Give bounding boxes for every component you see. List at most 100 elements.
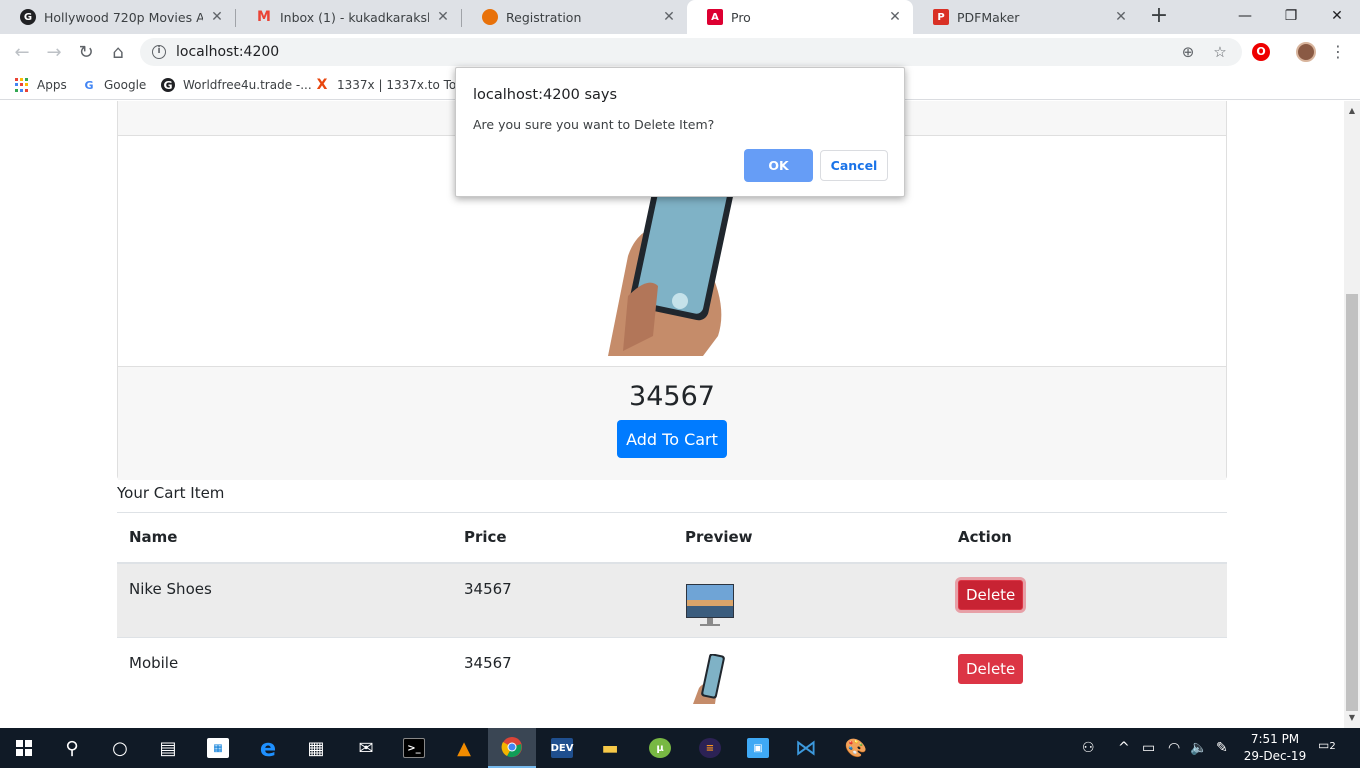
info-icon[interactable]: i <box>152 45 166 59</box>
paint-icon[interactable]: 🎨 <box>832 728 880 768</box>
tab-pdfmaker[interactable]: P PDFMaker ✕ <box>913 0 1139 34</box>
add-to-cart-button[interactable]: Add To Cart <box>617 420 727 458</box>
pdf-icon: P <box>933 9 949 25</box>
cart-item-action: Delete <box>946 637 1227 713</box>
reload-icon[interactable]: ↻ <box>74 40 98 64</box>
new-tab-button[interactable]: + <box>1147 5 1171 29</box>
notification-icon[interactable]: ▭2 <box>1318 738 1340 758</box>
column-header: Preview <box>673 512 946 564</box>
store-icon[interactable]: ▦ <box>194 728 242 768</box>
bookmark-worldfree[interactable]: G Worldfree4u.trade -... <box>161 76 312 94</box>
angular-icon: A <box>707 9 723 25</box>
pen-icon[interactable]: ✎ <box>1216 728 1228 768</box>
menu-dots-icon[interactable]: ⋮ <box>1330 42 1346 62</box>
phone-thumbnail <box>693 653 725 704</box>
bookmark-label: Worldfree4u.trade -... <box>183 78 312 92</box>
vlc-icon[interactable]: ▲ <box>440 728 488 768</box>
cart-item-name: Mobile <box>117 637 452 713</box>
volume-icon[interactable]: 🔈 <box>1190 728 1207 768</box>
bookmark-star-icon[interactable]: ☆ <box>1212 44 1228 60</box>
column-header: Action <box>946 512 1227 564</box>
address-bar[interactable]: i localhost:4200 <box>140 38 1242 66</box>
mail-icon[interactable]: ✉ <box>342 728 390 768</box>
table-row: Nike Shoes 34567 Delete <box>117 562 1227 638</box>
zoom-icon[interactable]: ⊕ <box>1180 44 1196 60</box>
cortana-icon[interactable]: ○ <box>96 728 144 768</box>
tab-registration[interactable]: Registration ✕ <box>462 0 687 34</box>
control-panel-icon[interactable]: ▣ <box>734 728 782 768</box>
dialog-message: Are you sure you want to Delete Item? <box>473 117 715 132</box>
scroll-up-icon[interactable]: ▲ <box>1344 103 1360 119</box>
task-view-icon[interactable]: ▤ <box>144 728 192 768</box>
x-icon: X <box>316 77 328 93</box>
minimize-button[interactable]: — <box>1222 0 1268 32</box>
devcpp-icon[interactable]: DEV <box>538 728 586 768</box>
search-icon[interactable]: ⚲ <box>48 728 96 768</box>
registration-icon <box>482 9 498 25</box>
close-icon[interactable]: ✕ <box>887 9 903 25</box>
cart-item-price: 34567 <box>452 637 673 713</box>
back-icon[interactable]: ← <box>10 40 34 64</box>
tab-pro[interactable]: A Pro ✕ <box>687 0 913 34</box>
clock-time: 7:51 PM <box>1250 732 1300 746</box>
gmail-icon: M <box>257 9 271 25</box>
clock[interactable]: 7:51 PM 29-Dec-19 <box>1240 731 1310 765</box>
extension-icon[interactable]: O <box>1252 43 1270 61</box>
battery-icon[interactable]: ▭ <box>1142 728 1155 768</box>
wifi-icon[interactable]: ◠ <box>1168 728 1180 768</box>
close-icon[interactable]: ✕ <box>435 9 451 25</box>
apps-icon <box>15 78 29 92</box>
edge-icon[interactable]: e <box>244 728 292 768</box>
bookmark-label: Apps <box>37 78 67 92</box>
close-icon[interactable]: ✕ <box>209 9 225 25</box>
cart-item-price: 34567 <box>452 562 673 638</box>
monitor-thumbnail <box>686 583 734 626</box>
chrome-icon[interactable] <box>488 728 536 768</box>
tab-strip: G Hollywood 720p Movies Archiv ✕ M Inbox… <box>0 0 1360 34</box>
cart-title: Your Cart Item <box>117 484 225 502</box>
close-icon[interactable]: ✕ <box>661 9 677 25</box>
scroll-thumb[interactable] <box>1346 294 1358 711</box>
tab-inbox[interactable]: M Inbox (1) - kukadkarakshay@g ✕ <box>236 0 461 34</box>
delete-button[interactable]: Delete <box>958 654 1024 684</box>
g-icon: G <box>20 9 36 25</box>
calculator-icon[interactable]: ▦ <box>292 728 340 768</box>
column-header: Name <box>117 512 452 564</box>
bookmark-apps[interactable]: Apps <box>15 76 67 94</box>
g-icon: G <box>161 78 175 92</box>
browser-toolbar: ← → ↻ ⌂ i localhost:4200 ⊕ ☆ <box>0 34 1360 70</box>
bookmark-google[interactable]: G Google <box>82 76 146 94</box>
ok-button[interactable]: OK <box>744 149 813 182</box>
windows-start-icon[interactable] <box>0 728 48 768</box>
chevron-up-icon[interactable]: ^ <box>1118 728 1130 768</box>
cart-item-preview <box>673 637 946 713</box>
taskbar: ⚲ ○ ▤ ▦ e ▦ ✉ >_ ▲ DEV ▬ µ ≡ ▣ ⋈ 🎨 ⚇ ^ ▭… <box>0 728 1360 768</box>
people-icon[interactable]: ⚇ <box>1082 728 1095 768</box>
restore-button[interactable]: ❐ <box>1268 0 1314 32</box>
scroll-down-icon[interactable]: ▼ <box>1344 710 1360 726</box>
utorrent-icon[interactable]: µ <box>636 728 684 768</box>
cancel-button[interactable]: Cancel <box>820 150 888 181</box>
forward-icon[interactable]: → <box>42 40 66 64</box>
cart-item-preview <box>673 562 946 638</box>
tab-title: PDFMaker <box>957 9 1020 25</box>
google-icon: G <box>84 78 94 92</box>
confirm-dialog: localhost:4200 says Are you sure you wan… <box>455 67 905 197</box>
terminal-icon[interactable]: >_ <box>390 728 438 768</box>
delete-button[interactable]: Delete <box>958 579 1024 610</box>
window-close-button[interactable]: ✕ <box>1314 0 1360 32</box>
avatar[interactable] <box>1296 42 1316 62</box>
tab-title: Hollywood 720p Movies Archiv <box>44 9 203 25</box>
close-icon[interactable]: ✕ <box>1113 9 1129 25</box>
vscode-icon[interactable]: ⋈ <box>782 728 830 768</box>
eclipse-icon[interactable]: ≡ <box>686 728 734 768</box>
table-header-row: Name Price Preview Action <box>117 512 1227 564</box>
home-icon[interactable]: ⌂ <box>106 40 130 64</box>
column-header: Price <box>452 512 673 564</box>
dialog-title: localhost:4200 says <box>473 87 618 103</box>
file-explorer-icon[interactable]: ▬ <box>586 728 634 768</box>
bookmark-1337x[interactable]: X 1337x | 1337x.to To... <box>315 76 468 94</box>
scrollbar[interactable]: ▲ ▼ <box>1344 101 1360 728</box>
bookmark-label: Google <box>104 78 147 92</box>
tab-hollywood[interactable]: G Hollywood 720p Movies Archiv ✕ <box>0 0 235 34</box>
